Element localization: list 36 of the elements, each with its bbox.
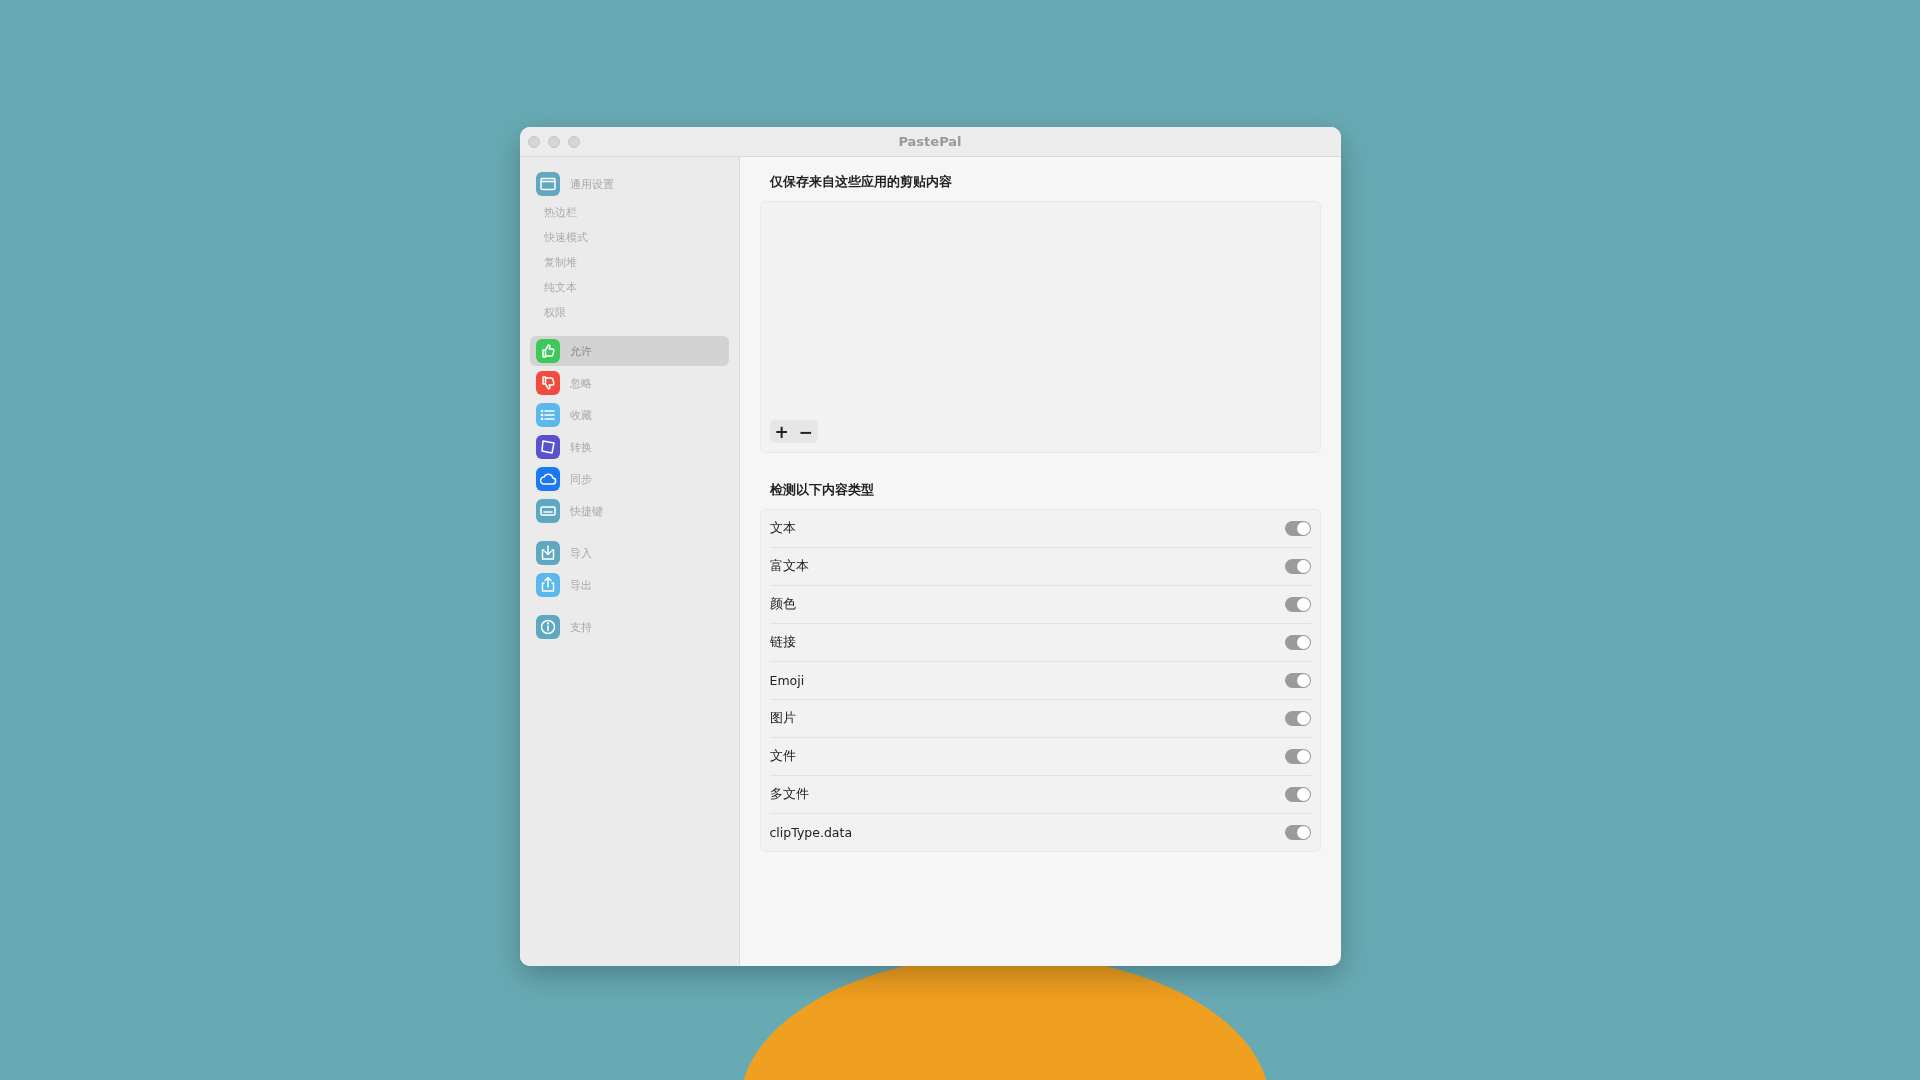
sidebar-item[interactable]: 转换 [529, 432, 729, 462]
toggle-switch[interactable] [1284, 559, 1311, 574]
content-type-label: 文件 [769, 748, 796, 765]
sidebar-item[interactable]: 支持 [529, 612, 729, 642]
content-type-label: 链接 [769, 634, 796, 651]
toggle-switch[interactable] [1284, 825, 1311, 840]
content-type-label: clipType.data [769, 825, 853, 840]
toggle-switch[interactable] [1284, 673, 1311, 688]
content-type-label: 颜色 [769, 596, 796, 613]
content-type-label: 多文件 [769, 786, 809, 803]
content-type-label: 文本 [769, 520, 796, 537]
remove-button[interactable]: − [793, 420, 818, 443]
toggle-switch[interactable] [1284, 597, 1311, 612]
sidebar-item[interactable]: 允许 [529, 336, 729, 366]
sidebar-item[interactable]: 快捷键 [529, 496, 729, 526]
section-heading: 检测以下内容类型 [768, 481, 875, 499]
window-title: PastePal [898, 134, 962, 149]
section-heading: 仅保存来自这些应用的剪贴内容 [768, 173, 953, 191]
toggle-switch[interactable] [1284, 787, 1311, 802]
sidebar-item[interactable]: 忽略 [529, 368, 729, 398]
minimize-button[interactable] [547, 136, 560, 148]
content-type-label: Emoji [769, 673, 805, 688]
sidebar-subitem[interactable]: 快速模式 [529, 226, 602, 249]
toggle-switch[interactable] [1284, 635, 1311, 650]
toggle-switch[interactable] [1284, 521, 1311, 536]
toggle-switch[interactable] [1284, 711, 1311, 726]
add-button[interactable]: + [769, 420, 794, 443]
content-type-label: 富文本 [769, 558, 809, 575]
sidebar-subitem[interactable]: 复制堆 [529, 251, 591, 274]
close-button[interactable] [527, 136, 540, 148]
sidebar-subitem[interactable]: 权限 [529, 301, 580, 324]
toggle-switch[interactable] [1284, 749, 1311, 764]
sidebar-item[interactable]: 收藏 [529, 400, 729, 430]
zoom-button[interactable] [567, 136, 580, 148]
content-type-label: 图片 [769, 710, 796, 727]
sidebar-item[interactable]: 通用设置 [529, 169, 729, 199]
